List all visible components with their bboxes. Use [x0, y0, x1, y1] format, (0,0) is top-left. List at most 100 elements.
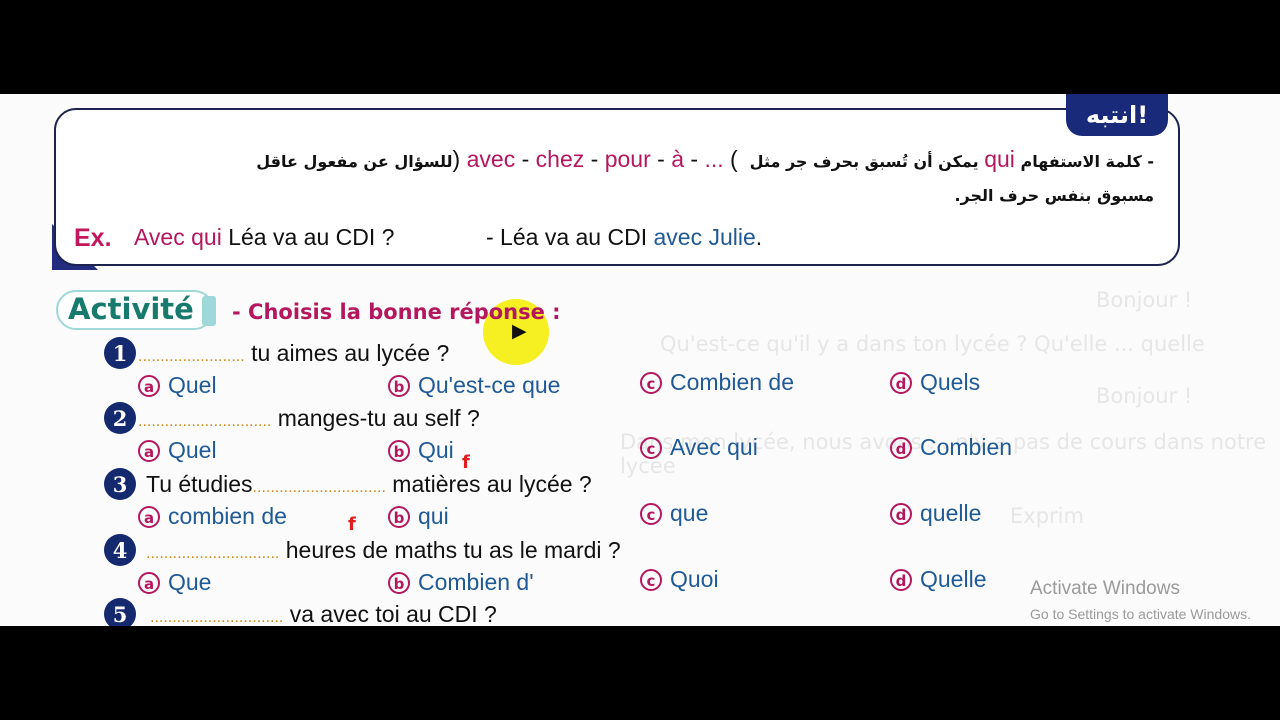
windows-activation-subtitle: Go to Settings to activate Windows.: [1030, 606, 1251, 622]
answer-option-c[interactable]: c Quoi: [640, 566, 719, 593]
separator: -: [590, 146, 599, 172]
example-question: Avec qui Léa va au CDI ?: [134, 224, 394, 251]
answer-option-a[interactable]: a Quel: [138, 372, 217, 399]
answer-option-b[interactable]: b Qu'est-ce que: [388, 372, 560, 399]
question-sentence: .............................. manges-tu…: [138, 405, 480, 432]
option-text: Quels: [920, 369, 981, 395]
question-text-after: tu aimes au lycée ?: [251, 340, 450, 366]
option-text: Combien d': [418, 569, 534, 595]
pen-annotation: f: [462, 452, 470, 473]
paren: (: [730, 146, 738, 172]
watermark-line: Qu'est-ce qu'il y a dans ton lycée ? Qu'…: [660, 332, 1205, 356]
attention-badge: انتبه!: [1066, 94, 1168, 136]
example-highlight: Avec qui: [134, 224, 222, 250]
option-text: Que: [168, 569, 212, 595]
windows-activation-title: Activate Windows: [1030, 578, 1180, 599]
watermark-line: Bonjour !: [1096, 384, 1193, 408]
answer-option-a[interactable]: a Que: [138, 569, 211, 596]
video-frame: { "note": { "badge": "انتبه!", "line1_a"…: [0, 0, 1280, 720]
answer-option-d[interactable]: d Quels: [890, 369, 980, 396]
preposition: chez: [535, 146, 585, 172]
option-letter-circle: a: [138, 374, 160, 397]
question-sentence: ........................ tu aimes au lyc…: [138, 340, 449, 367]
answer-blank[interactable]: ........................: [138, 348, 245, 365]
option-text: Qui: [418, 437, 454, 463]
answer-blank[interactable]: ..............................: [146, 545, 279, 562]
answer-blank[interactable]: ..............................: [150, 609, 283, 626]
option-text: Combien: [920, 434, 1013, 460]
question-number: 4: [104, 534, 136, 566]
example-text: Léa va au CDI ?: [228, 224, 395, 250]
pen-annotation: f: [348, 514, 356, 535]
question-sentence: .............................. va avec t…: [150, 601, 497, 626]
example-text: - Léa va au CDI: [486, 224, 648, 250]
answer-blank[interactable]: ..............................: [253, 479, 386, 496]
question-number: 5: [104, 598, 136, 626]
option-letter-circle: b: [388, 571, 410, 594]
watermark-line: Bonjour !: [1096, 288, 1193, 312]
option-text: Quel: [168, 437, 217, 463]
option-letter-circle: d: [890, 371, 912, 394]
option-letter-circle: c: [640, 436, 662, 459]
answer-option-a[interactable]: a combien de: [138, 503, 287, 530]
separator: -: [690, 146, 699, 172]
question-text-before: Tu étudies: [146, 471, 253, 497]
paren: ): [452, 146, 461, 172]
prepositions-list: ) avec - chez - pour - à - ... (: [453, 146, 745, 172]
worksheet-page: Bonjour ! Qu'est-ce qu'il y a dans ton l…: [0, 94, 1280, 626]
option-letter-circle: c: [640, 371, 662, 394]
question-number: 2: [104, 402, 136, 434]
answer-option-d[interactable]: d Combien: [890, 434, 1012, 461]
answer-option-c[interactable]: c Avec qui: [640, 434, 758, 461]
note-text: - كلمة الاستفهام: [1020, 152, 1154, 171]
answer-option-c[interactable]: c Combien de: [640, 369, 794, 396]
option-letter-circle: d: [890, 436, 912, 459]
answer-option-d[interactable]: d Quelle: [890, 566, 986, 593]
answer-blank[interactable]: ..............................: [138, 413, 271, 430]
activity-pill-tab: [202, 296, 216, 326]
answer-option-b[interactable]: b Combien d': [388, 569, 534, 596]
option-text: que: [670, 500, 709, 526]
question-text-after: heures de maths tu as le mardi ?: [285, 537, 621, 563]
option-text: Combien de: [670, 369, 795, 395]
answer-option-d[interactable]: d quelle: [890, 500, 981, 527]
answer-option-b[interactable]: b Qui: [388, 437, 454, 464]
note-rule-line-2: مسبوق بنفس حرف الجر.: [954, 186, 1154, 205]
preposition: pour: [604, 146, 651, 172]
option-letter-circle: b: [388, 374, 410, 397]
option-text: combien de: [168, 503, 287, 529]
option-letter-circle: c: [640, 568, 662, 591]
option-letter-circle: c: [640, 502, 662, 525]
question-number: 1: [104, 337, 136, 369]
option-letter-circle: d: [890, 568, 912, 591]
separator: -: [521, 146, 530, 172]
option-text: Quelle: [920, 566, 987, 592]
mouse-cursor-icon: ▶: [512, 321, 527, 342]
answer-option-b[interactable]: b qui: [388, 503, 449, 530]
question-sentence: Tu étudies..............................…: [146, 471, 592, 498]
answer-option-a[interactable]: a Quel: [138, 437, 217, 464]
example-answer: - Léa va au CDI avec Julie.: [486, 224, 762, 251]
watermark-line: Exprim: [1010, 504, 1084, 528]
option-text: Avec qui: [670, 434, 758, 460]
option-letter-circle: b: [388, 439, 410, 462]
note-rule-line-1: - كلمة الاستفهام qui يمكن أن تُسبق بحرف …: [256, 146, 1154, 173]
question-text-after: matières au lycée ?: [392, 471, 592, 497]
question-text-after: va avec toi au CDI ?: [289, 601, 497, 626]
preposition: à: [671, 146, 684, 172]
question-number: 3: [104, 468, 136, 500]
option-letter-circle: a: [138, 505, 160, 528]
example-highlight: avec Julie: [653, 224, 756, 250]
option-letter-circle: b: [388, 505, 410, 528]
note-text: يمكن أن تُسبق بحرف جر مثل: [749, 152, 979, 171]
option-letter-circle: a: [138, 571, 160, 594]
example-text: .: [755, 224, 763, 250]
option-text: Quel: [168, 372, 217, 398]
option-letter-circle: d: [890, 502, 912, 525]
preposition: avec: [466, 146, 516, 172]
example-label: Ex.: [74, 224, 112, 252]
activity-label: Activité: [68, 292, 194, 326]
option-text: quelle: [920, 500, 982, 526]
question-text-after: manges-tu au self ?: [277, 405, 480, 431]
answer-option-c[interactable]: c que: [640, 500, 708, 527]
